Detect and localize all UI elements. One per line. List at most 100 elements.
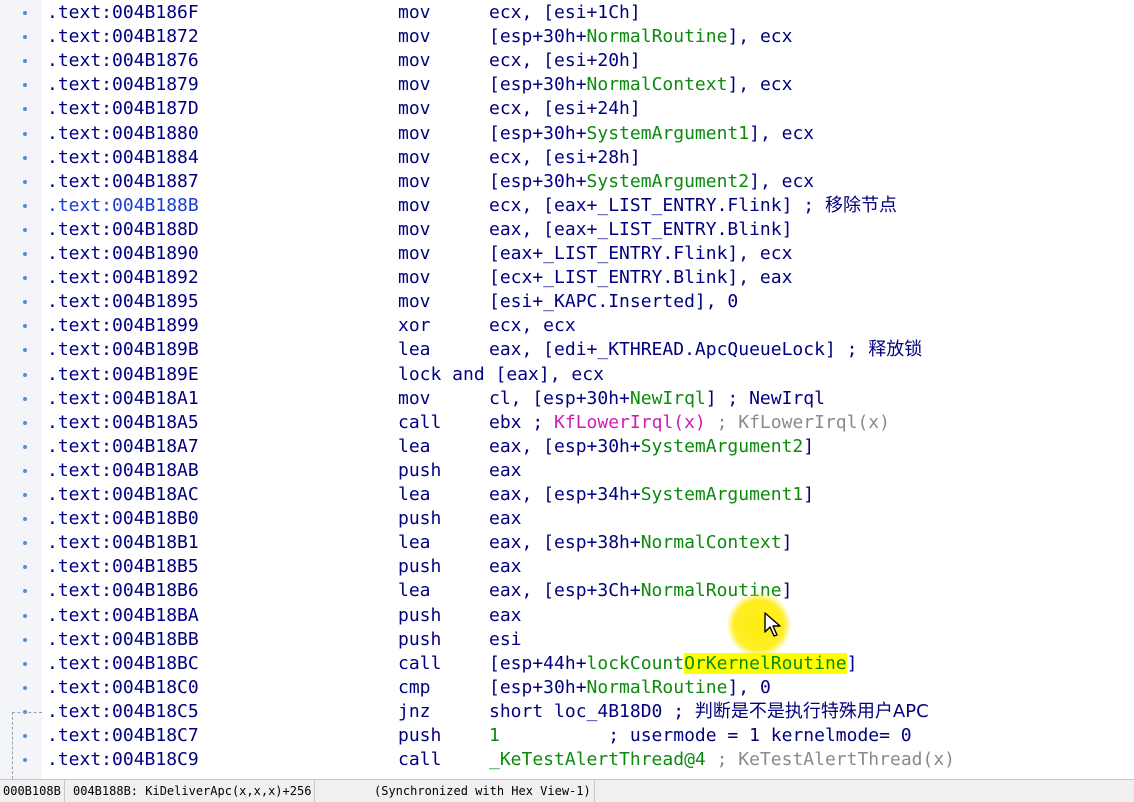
address-label[interactable]: .text:004B1879 [47, 73, 199, 97]
address-label[interactable]: .text:004B18B0 [47, 507, 199, 531]
address-label[interactable]: .text:004B1890 [47, 242, 199, 266]
instruction-mnemonic[interactable]: mov [398, 218, 431, 242]
address-label[interactable]: .text:004B18BB [47, 628, 199, 652]
instruction-mnemonic[interactable]: mov [398, 290, 431, 314]
instruction-operands[interactable]: [esp+30h+SystemArgument2], ecx [489, 170, 814, 194]
disassembly-listing[interactable]: .text:004B186F mov ecx, [esi+1Ch] .text:004… [42, 0, 1134, 779]
instruction-mnemonic[interactable]: mov [398, 49, 431, 73]
instruction-mnemonic[interactable]: push [398, 555, 441, 579]
address-label[interactable]: .text:004B18AB [47, 459, 199, 483]
address-label[interactable]: .text:004B1899 [47, 314, 199, 338]
instruction-mnemonic[interactable]: call [398, 748, 441, 772]
instruction-mnemonic[interactable]: mov [398, 1, 431, 25]
instruction-operands[interactable]: ecx, [esi+1Ch] [489, 1, 641, 25]
instruction-mnemonic[interactable]: jnz [398, 700, 431, 724]
instruction-mnemonic[interactable]: lea [398, 531, 431, 555]
instruction-mnemonic[interactable]: push [398, 724, 441, 748]
instruction-mnemonic[interactable]: lea [398, 338, 431, 362]
instruction-mnemonic[interactable]: xor [398, 314, 431, 338]
instruction-mnemonic[interactable]: mov [398, 266, 431, 290]
instruction-mnemonic[interactable]: push [398, 459, 441, 483]
instruction-mnemonic[interactable]: cmp [398, 676, 431, 700]
instruction-operands[interactable]: short loc_4B18D0 ; 判断是不是执行特殊用户APC [489, 700, 929, 724]
symbol-name[interactable]: SystemArgument1 [641, 484, 804, 505]
instruction-mnemonic[interactable]: call [398, 411, 441, 435]
symbol-name[interactable]: _KeTestAlertThread@4 [489, 749, 706, 770]
symbol-name[interactable]: NewIrql [630, 388, 706, 409]
symbol-name[interactable]: NormalRoutine [587, 26, 728, 47]
instruction-operands[interactable]: [esp+30h+SystemArgument1], ecx [489, 122, 814, 146]
instruction-mnemonic[interactable]: push [398, 604, 441, 628]
address-label[interactable]: .text:004B18BC [47, 652, 199, 676]
address-label[interactable]: .text:004B189B [47, 338, 199, 362]
symbol-name[interactable]: NormalRoutine [587, 677, 728, 698]
instruction-operands[interactable]: eax [489, 507, 522, 531]
instruction-mnemonic[interactable]: lock and [eax], ecx [398, 363, 604, 387]
address-label[interactable]: .text:004B18A1 [47, 387, 199, 411]
instruction-operands[interactable]: ebx ; KfLowerIrql(x) ; KfLowerIrql(x) [489, 411, 890, 435]
address-label[interactable]: .text:004B1876 [47, 49, 199, 73]
instruction-operands[interactable]: eax, [eax+_LIST_ENTRY.Blink] [489, 218, 792, 242]
instruction-operands[interactable]: [esi+_KAPC.Inserted], 0 [489, 290, 738, 314]
address-label[interactable]: .text:004B187D [47, 97, 199, 121]
address-label[interactable]: .text:004B1887 [47, 170, 199, 194]
instruction-operands[interactable]: ecx, ecx [489, 314, 576, 338]
address-label[interactable]: .text:004B18AC [47, 483, 199, 507]
symbol-name[interactable]: 1 [489, 725, 500, 746]
address-label[interactable]: .text:004B18C5 [47, 700, 199, 724]
symbol-name[interactable]: SystemArgument2 [641, 436, 804, 457]
instruction-operands[interactable]: eax, [esp+38h+NormalContext] [489, 531, 792, 555]
code-gutter[interactable] [0, 0, 43, 779]
address-label[interactable]: .text:004B18C0 [47, 676, 199, 700]
address-label[interactable]: .text:004B18C9 [47, 748, 199, 772]
instruction-operands[interactable]: eax, [esp+30h+SystemArgument2] [489, 435, 814, 459]
instruction-operands[interactable]: eax, [edi+_KTHREAD.ApcQueueLock] ; 释放锁 [489, 338, 922, 362]
instruction-mnemonic[interactable]: lea [398, 579, 431, 603]
address-label[interactable]: .text:004B18B1 [47, 531, 199, 555]
instruction-mnemonic[interactable]: lea [398, 483, 431, 507]
address-label[interactable]: .text:004B18B6 [47, 579, 199, 603]
instruction-operands[interactable]: [esp+30h+NormalContext], ecx [489, 73, 792, 97]
address-label[interactable]: .text:004B18A5 [47, 411, 199, 435]
instruction-mnemonic[interactable]: mov [398, 25, 431, 49]
address-label[interactable]: .text:004B18BA [47, 604, 199, 628]
instruction-mnemonic[interactable]: lea [398, 435, 431, 459]
address-label[interactable]: .text:004B188B [47, 194, 199, 218]
instruction-operands[interactable]: [eax+_LIST_ENTRY.Flink], ecx [489, 242, 792, 266]
address-label[interactable]: .text:004B18B5 [47, 555, 199, 579]
instruction-operands[interactable]: [ecx+_LIST_ENTRY.Blink], eax [489, 266, 792, 290]
import-name[interactable]: KfLowerIrql(x) [554, 412, 706, 433]
instruction-operands[interactable]: esi [489, 628, 522, 652]
address-label[interactable]: .text:004B1880 [47, 122, 199, 146]
symbol-name[interactable]: SystemArgument1 [587, 123, 750, 144]
instruction-mnemonic[interactable]: mov [398, 194, 431, 218]
instruction-mnemonic[interactable]: mov [398, 73, 431, 97]
instruction-operands[interactable]: eax [489, 555, 522, 579]
instruction-mnemonic[interactable]: mov [398, 146, 431, 170]
instruction-operands[interactable]: [esp+30h+NormalRoutine], 0 [489, 676, 771, 700]
symbol-name[interactable]: NormalContext [587, 74, 728, 95]
instruction-operands[interactable]: eax [489, 604, 522, 628]
instruction-mnemonic[interactable]: mov [398, 170, 431, 194]
address-label[interactable]: .text:004B189E [47, 363, 199, 387]
instruction-mnemonic[interactable]: mov [398, 122, 431, 146]
address-label[interactable]: .text:004B1884 [47, 146, 199, 170]
instruction-operands[interactable]: ecx, [eax+_LIST_ENTRY.Flink] ; 移除节点 [489, 194, 897, 218]
address-label[interactable]: .text:004B1895 [47, 290, 199, 314]
instruction-mnemonic[interactable]: mov [398, 97, 431, 121]
instruction-mnemonic[interactable]: mov [398, 387, 431, 411]
address-label[interactable]: .text:004B18C7 [47, 724, 199, 748]
instruction-operands[interactable]: [esp+44h+lockCountOrKernelRoutine] [489, 652, 858, 676]
instruction-operands[interactable]: ecx, [esi+24h] [489, 97, 641, 121]
instruction-mnemonic[interactable]: mov [398, 242, 431, 266]
instruction-operands[interactable]: _KeTestAlertThread@4 ; KeTestAlertThread… [489, 748, 955, 772]
instruction-operands[interactable]: cl, [esp+30h+NewIrql] ; NewIrql [489, 387, 825, 411]
instruction-operands[interactable]: eax, [esp+34h+SystemArgument1] [489, 483, 814, 507]
instruction-mnemonic[interactable]: push [398, 628, 441, 652]
instruction-mnemonic[interactable]: call [398, 652, 441, 676]
instruction-operands[interactable]: ecx, [esi+28h] [489, 146, 641, 170]
address-label[interactable]: .text:004B1872 [47, 25, 199, 49]
instruction-operands[interactable]: ecx, [esi+20h] [489, 49, 641, 73]
address-label[interactable]: .text:004B186F [47, 1, 199, 25]
address-label[interactable]: .text:004B188D [47, 218, 199, 242]
